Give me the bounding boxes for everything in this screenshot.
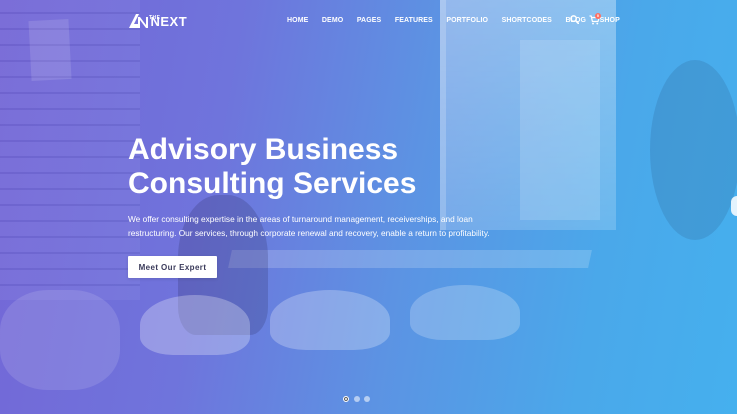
background-chair: [410, 285, 520, 340]
background-brick-wall: [0, 0, 140, 300]
site-header: THE NEXT HOME DEMO PAGES FEATURES PORTFO…: [0, 0, 737, 40]
hero-title-line: Advisory Business: [128, 133, 399, 166]
hero-title-line: Consulting Services: [128, 167, 417, 200]
search-icon[interactable]: [570, 15, 579, 24]
nav-item-portfolio[interactable]: PORTFOLIO: [446, 17, 488, 24]
slider-edge-handle[interactable]: [731, 196, 737, 216]
hero-description: We offer consulting expertise in the are…: [128, 213, 490, 240]
slider-pagination: [343, 396, 375, 402]
nav-item-home[interactable]: HOME: [287, 17, 308, 24]
background-chair: [270, 290, 390, 350]
background-chair: [140, 295, 250, 355]
slider-dot-1[interactable]: [343, 396, 349, 402]
slider-dot-2[interactable]: [353, 396, 360, 402]
hero-description-line: restructuring. Our services, through cor…: [128, 227, 490, 238]
background-rug: [0, 290, 120, 390]
background-table: [228, 250, 592, 268]
nav-item-shop[interactable]: SHOP: [600, 17, 620, 24]
nav-item-demo[interactable]: DEMO: [322, 17, 343, 24]
nav-item-pages[interactable]: PAGES: [357, 17, 382, 24]
hero-description-line: We offer consulting expertise in the are…: [128, 214, 473, 224]
logo-mark-icon: [129, 14, 148, 28]
nav-item-features[interactable]: FEATURES: [395, 17, 433, 24]
nav-item-shortcodes[interactable]: SHORTCODES: [502, 17, 552, 24]
meet-our-expert-button[interactable]: Meet Our Expert: [128, 256, 217, 278]
slider-dot-3[interactable]: [364, 396, 370, 402]
site-logo[interactable]: THE NEXT: [128, 12, 187, 30]
cart-count-badge: 0: [595, 13, 601, 19]
background-plant: [650, 60, 737, 240]
logo-next-text: NEXT: [150, 13, 188, 29]
hero-title: Advisory Business Consulting Services: [128, 133, 548, 201]
hero-section: THE NEXT HOME DEMO PAGES FEATURES PORTFO…: [0, 0, 737, 414]
main-nav: HOME DEMO PAGES FEATURES PORTFOLIO SHORT…: [287, 14, 633, 26]
